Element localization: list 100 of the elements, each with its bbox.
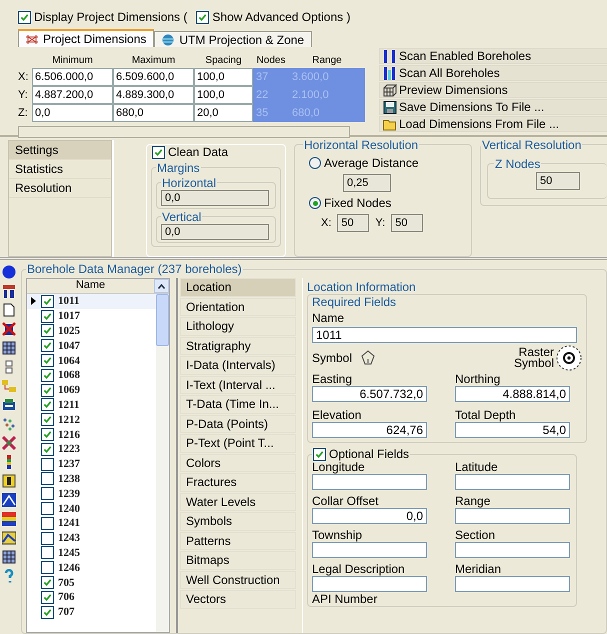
checkbox[interactable] — [41, 428, 54, 442]
borehole-name[interactable]: 1216 — [58, 428, 80, 441]
borehole-row[interactable]: 1047 — [27, 338, 156, 354]
data-tab[interactable]: Symbols — [180, 512, 296, 530]
borehole-name[interactable]: 1069 — [58, 384, 80, 396]
checkbox[interactable] — [41, 546, 54, 560]
borehole-row[interactable]: 1240 — [27, 501, 156, 516]
borehole-row[interactable]: 1238 — [27, 472, 156, 486]
checkbox[interactable] — [41, 590, 54, 604]
checkbox[interactable] — [41, 576, 54, 590]
borehole-name[interactable]: 1011 — [58, 295, 80, 308]
borehole-name[interactable]: 1238 — [58, 472, 80, 485]
gradient-icon[interactable] — [2, 512, 16, 526]
checkbox[interactable] — [41, 339, 54, 352]
borehole-row[interactable]: 1025 — [27, 324, 156, 338]
checkbox[interactable] — [41, 324, 54, 338]
triangle-icon[interactable] — [2, 493, 16, 507]
value-field[interactable]: 6.507.732,0 — [312, 386, 427, 402]
x-nodes-field[interactable]: 50 — [337, 214, 370, 232]
borehole-row[interactable]: 1064 — [27, 353, 156, 368]
blocks-icon[interactable] — [2, 379, 16, 393]
borehole-name[interactable]: 1047 — [58, 340, 80, 352]
borehole-row[interactable]: 1245 — [27, 546, 156, 560]
borehole-name[interactable]: 1064 — [58, 354, 80, 367]
data-tab[interactable]: I-Data (Intervals) — [180, 356, 296, 374]
borehole-name[interactable]: 1212 — [58, 414, 80, 426]
borehole-row[interactable]: 1069 — [27, 382, 156, 398]
value-field[interactable] — [455, 474, 570, 490]
data-tab[interactable]: Orientation — [180, 298, 296, 316]
borehole-name[interactable]: 1245 — [58, 546, 80, 559]
grid-icon[interactable] — [2, 341, 16, 355]
borehole-name[interactable]: 1211 — [58, 398, 80, 411]
borehole-name[interactable]: 1239 — [58, 488, 80, 500]
cross-icon[interactable] — [2, 436, 16, 450]
cube-icon[interactable] — [2, 474, 16, 488]
checkbox[interactable] — [41, 354, 54, 368]
borehole-row[interactable]: 706 — [27, 590, 156, 605]
action-button[interactable]: Load Dimensions From File ... — [379, 116, 607, 132]
action-button[interactable]: Scan All Boreholes — [379, 65, 607, 81]
borehole-row[interactable]: 1239 — [27, 486, 156, 502]
spacing-field[interactable]: 20,0 — [194, 104, 253, 122]
symbol-icon[interactable] — [360, 350, 376, 366]
borehole-row[interactable]: 1068 — [27, 368, 156, 383]
value-field[interactable]: 4.888.814,0 — [455, 386, 570, 402]
value-field[interactable] — [312, 474, 427, 490]
borehole-name[interactable]: 1025 — [58, 324, 80, 337]
borehole-name[interactable]: 1068 — [58, 369, 80, 382]
checkbox[interactable] — [41, 472, 54, 486]
scroll-up-button[interactable] — [154, 279, 169, 293]
data-tab[interactable]: T-Data (Time In... — [180, 395, 296, 414]
borehole-name[interactable]: 705 — [58, 576, 74, 589]
z-nodes-field[interactable]: 50 — [536, 172, 580, 190]
borehole-row[interactable]: 707 — [27, 604, 156, 620]
minimum-field[interactable]: 4.887.200,0 — [32, 86, 113, 104]
borehole-name[interactable]: 1243 — [58, 532, 80, 544]
borehole-row[interactable]: 1243 — [27, 530, 156, 546]
borehole-row[interactable]: 1223 — [27, 442, 156, 457]
value-field[interactable] — [312, 542, 427, 558]
data-tab[interactable]: Location — [180, 278, 296, 296]
spacing-field[interactable]: 100,0 — [194, 68, 253, 86]
tab[interactable]: Project Dimensions — [18, 29, 154, 47]
scroll-thumb[interactable] — [156, 294, 169, 346]
dots-icon[interactable] — [2, 417, 16, 431]
borehole-row[interactable]: 1246 — [27, 560, 156, 576]
radio-button[interactable] — [309, 197, 321, 209]
data-tab[interactable]: I-Text (Interval ... — [180, 376, 296, 394]
data-tab[interactable]: P-Text (Point T... — [180, 434, 296, 452]
borehole-name[interactable]: 1017 — [58, 310, 80, 322]
borehole-row[interactable]: 1241 — [27, 516, 156, 531]
value-field[interactable] — [455, 576, 570, 592]
checkbox[interactable] — [41, 458, 54, 471]
action-button[interactable]: Preview Dimensions — [379, 82, 607, 98]
checkbox[interactable] — [41, 413, 54, 426]
checkbox[interactable] — [41, 502, 54, 516]
value-field[interactable]: 624,76 — [312, 422, 427, 438]
value-field[interactable] — [312, 576, 427, 592]
borehole-row[interactable]: 1211 — [27, 398, 156, 412]
checkbox[interactable] — [41, 532, 54, 545]
action-button[interactable]: Scan Enabled Boreholes — [379, 48, 607, 64]
data-tab[interactable]: Vectors — [180, 590, 296, 608]
data-tab[interactable]: P-Data (Points) — [180, 414, 296, 433]
checkbox[interactable] — [41, 516, 54, 530]
name-field[interactable]: 1011 — [312, 327, 577, 343]
data-tab[interactable]: Bitmaps — [180, 551, 296, 570]
data-tab[interactable]: Water Levels — [180, 492, 296, 511]
data-tab[interactable]: Lithology — [180, 317, 296, 336]
data-tab[interactable]: Fractures — [180, 473, 296, 492]
checkbox[interactable] — [41, 368, 54, 382]
data-tab[interactable]: Stratigraphy — [180, 336, 296, 355]
borehole-name[interactable]: 1237 — [58, 458, 80, 470]
sphere-icon[interactable] — [2, 265, 16, 279]
borehole-name[interactable]: 706 — [58, 591, 74, 604]
minimum-field[interactable]: 0,0 — [32, 104, 113, 122]
map-icon[interactable] — [2, 531, 16, 545]
value-field[interactable] — [455, 508, 570, 524]
checkbox[interactable] — [41, 310, 54, 323]
checkbox[interactable] — [41, 487, 54, 500]
borehole-name[interactable]: 1241 — [58, 517, 80, 530]
help-icon[interactable] — [2, 569, 16, 583]
stack-icon[interactable] — [2, 398, 16, 412]
